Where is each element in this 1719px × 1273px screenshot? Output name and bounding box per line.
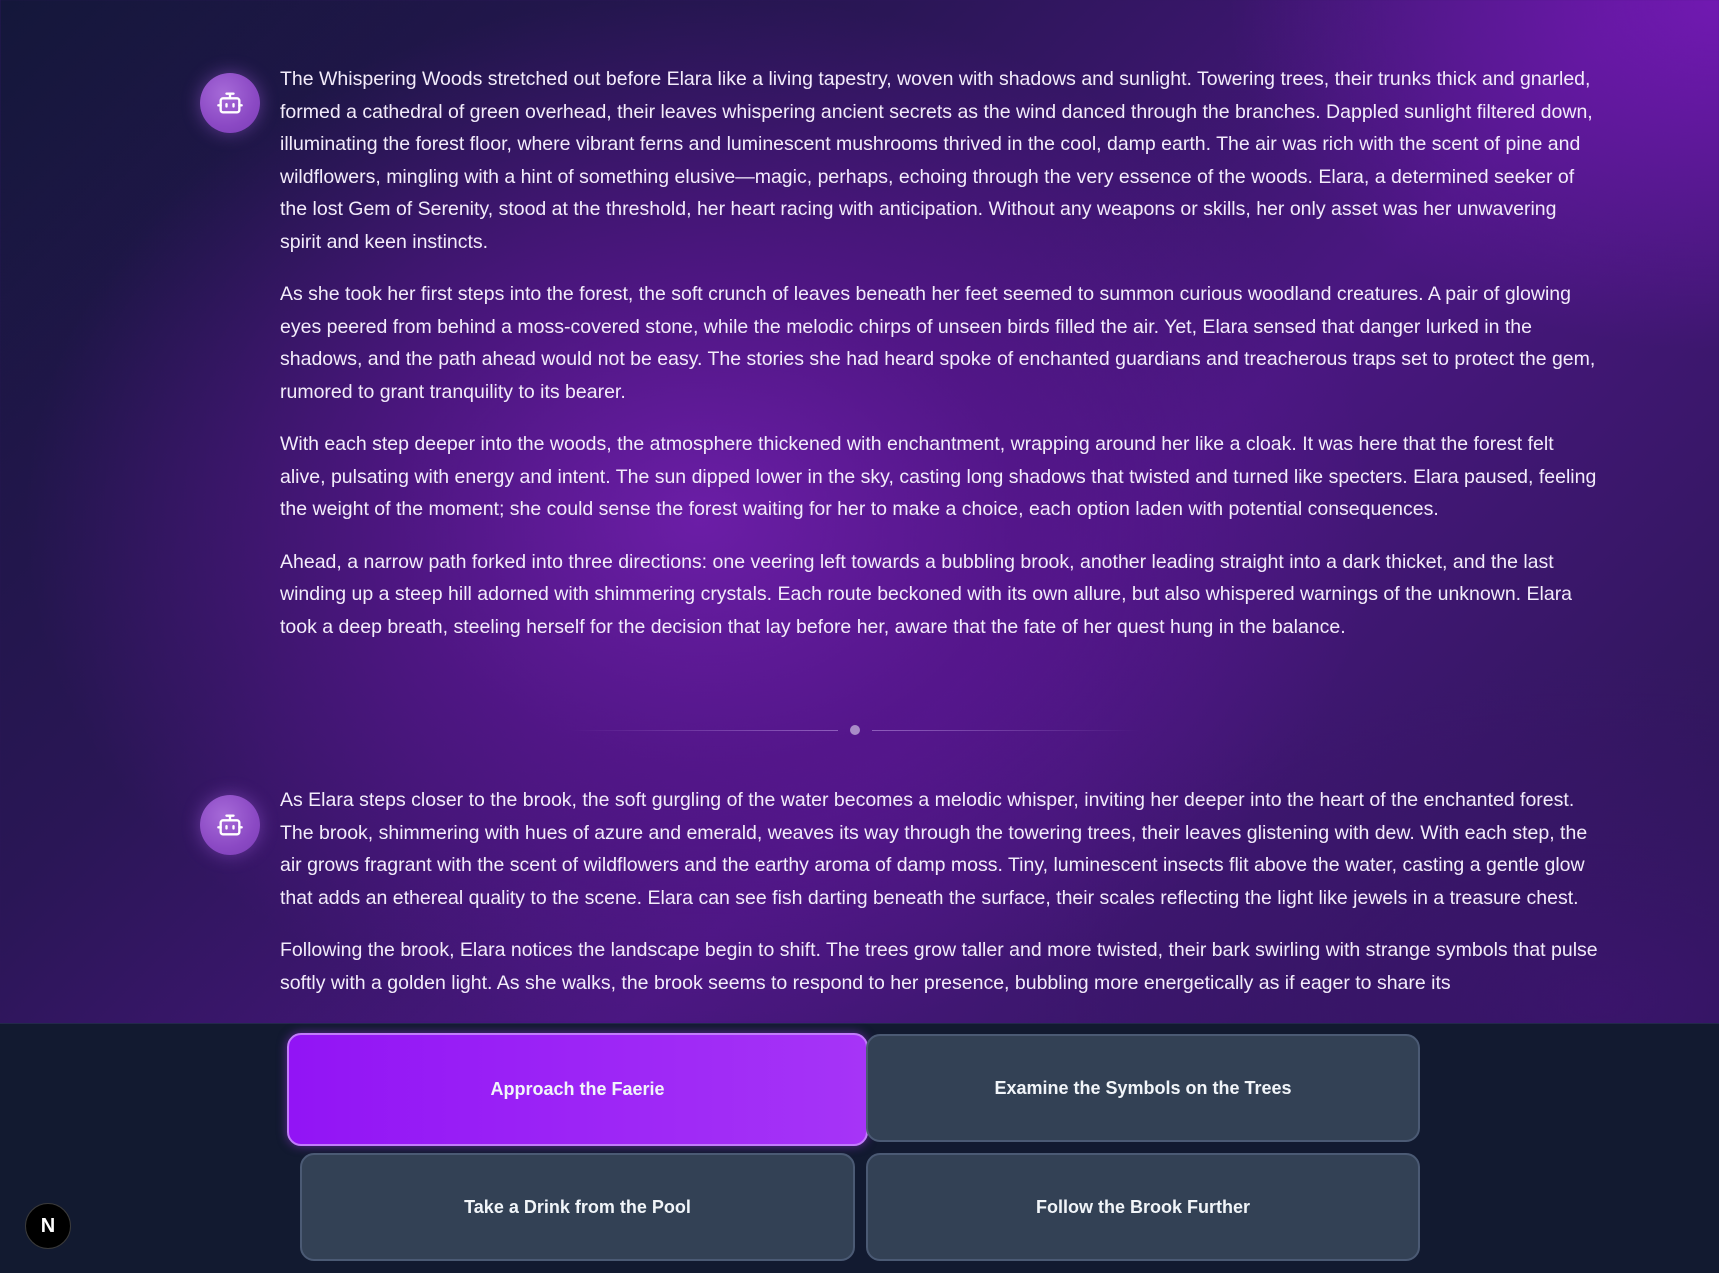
choice-button-follow-brook[interactable]: Follow the Brook Further <box>866 1153 1420 1261</box>
story-paragraph: The Whispering Woods stretched out befor… <box>280 68 1593 253</box>
story-message: As Elara steps closer to the brook, the … <box>200 780 1600 1023</box>
choice-label: Examine the Symbols on the Trees <box>994 1077 1292 1098</box>
story-paragraph: As Elara steps closer to the brook, the … <box>280 789 1588 909</box>
story-paragraph: With each step deeper into the woods, th… <box>280 433 1597 520</box>
message-text: As Elara steps closer to the brook, the … <box>280 784 1600 1019</box>
assistant-avatar <box>200 73 260 133</box>
badge-letter: N <box>40 1214 56 1237</box>
choice-button-examine-symbols[interactable]: Examine the Symbols on the Trees <box>866 1034 1420 1142</box>
nextjs-badge[interactable]: N <box>25 1203 71 1249</box>
divider-line <box>872 729 1140 731</box>
story-paragraph: Ahead, a narrow path forked into three d… <box>280 550 1573 638</box>
message-text: The Whispering Woods stretched out befor… <box>280 63 1600 663</box>
assistant-avatar <box>200 795 260 855</box>
story-scroll-area[interactable]: The Whispering Woods stretched out befor… <box>0 0 1719 1023</box>
robot-icon <box>217 814 243 836</box>
choice-button-take-drink[interactable]: Take a Drink from the Pool <box>300 1153 855 1261</box>
choice-label: Take a Drink from the Pool <box>464 1196 691 1217</box>
divider-dot <box>850 725 860 735</box>
divider-line <box>570 729 838 731</box>
message-divider <box>570 725 1140 735</box>
story-message: The Whispering Woods stretched out befor… <box>200 0 1600 680</box>
story-paragraph: Following the brook, Elara notices the l… <box>280 939 1598 994</box>
choice-label: Follow the Brook Further <box>1036 1196 1250 1217</box>
choice-bar: Approach the Faerie Examine the Symbols … <box>0 1023 1719 1273</box>
story-paragraph: As she took her first steps into the for… <box>280 283 1596 403</box>
robot-icon <box>217 92 243 114</box>
choice-button-approach-faerie[interactable]: Approach the Faerie <box>287 1033 868 1146</box>
choice-label: Approach the Faerie <box>490 1079 665 1099</box>
